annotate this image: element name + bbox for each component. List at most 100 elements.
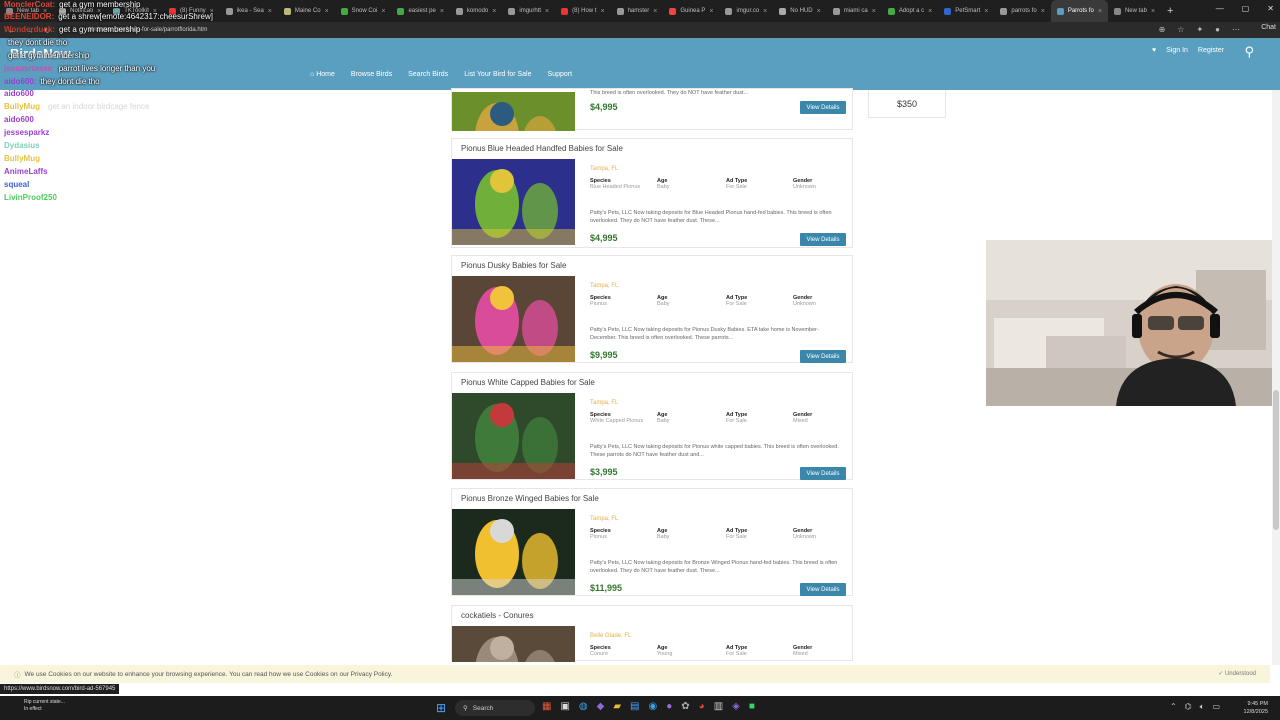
folder-icon[interactable]: ▰ <box>613 701 621 712</box>
tab-close-icon[interactable]: × <box>928 8 932 15</box>
listing-title[interactable]: Pionus Bronze Winged Babies for Sale <box>461 494 599 503</box>
browser-tab[interactable]: (8) How t × <box>555 0 610 22</box>
weather-widget[interactable]: Rip current state... In effect <box>24 699 65 713</box>
listing-card[interactable]: Pionus White Capped Babies for Sale Tampa… <box>451 372 853 480</box>
register-link[interactable]: Register <box>1198 47 1224 54</box>
nav-list-bird[interactable]: List Your Bird for Sale <box>464 71 531 78</box>
browser-tab[interactable]: imgurhtt × <box>502 0 555 22</box>
edge-icon[interactable]: ◉ <box>649 701 658 712</box>
tab-close-icon[interactable]: × <box>440 8 444 15</box>
browser-tab[interactable]: Parrots fo × <box>1050 0 1108 22</box>
browser-tab[interactable]: easiest pe × <box>391 0 449 22</box>
listing-photo[interactable] <box>452 626 575 662</box>
tab-close-icon[interactable]: × <box>763 8 767 15</box>
scrollbar-thumb[interactable] <box>1273 390 1279 530</box>
extension-icon[interactable]: ✦ <box>1196 25 1203 34</box>
browser-tab[interactable]: Guinea P × <box>663 0 719 22</box>
tab-close-icon[interactable]: × <box>600 8 604 15</box>
listing-meta-ad-type: Ad Type For Sale <box>726 412 786 424</box>
listing-title[interactable]: Pionus White Capped Babies for Sale <box>461 378 595 387</box>
tab-close-icon[interactable]: × <box>653 8 657 15</box>
listing-card[interactable]: Pionus Blue Headed Handfed Babies for Sa… <box>451 138 853 248</box>
listing-card[interactable]: This breed is often overlooked. They do … <box>451 88 853 131</box>
profile-icon[interactable]: ● <box>1215 25 1220 34</box>
battery-icon[interactable]: ▭ <box>1212 702 1220 712</box>
chrome-icon[interactable]: ◕ <box>699 701 705 712</box>
view-details-button[interactable]: View Details <box>800 101 846 114</box>
listing-card[interactable]: Pionus Dusky Babies for Sale Tampa, FL Spe… <box>451 255 853 363</box>
maximize-icon[interactable]: ▢ <box>1242 4 1250 13</box>
browser-tab[interactable]: hamster × <box>611 0 664 22</box>
chevron-up-icon[interactable]: ⌃ <box>1170 702 1177 712</box>
meta-value: For Sale <box>726 301 747 307</box>
app-icon[interactable]: ✿ <box>681 701 689 712</box>
listing-title[interactable]: Pionus Blue Headed Handfed Babies for Sa… <box>461 144 623 153</box>
tab-close-icon[interactable]: × <box>984 8 988 15</box>
app-icon[interactable]: ▦ <box>542 701 551 712</box>
chat-button[interactable]: Chat <box>1261 24 1276 31</box>
app-icon[interactable]: ● <box>666 701 672 712</box>
view-details-button[interactable]: View Details <box>800 350 846 363</box>
app-icon[interactable]: ◈ <box>732 701 740 712</box>
tab-close-icon[interactable]: × <box>709 8 713 15</box>
network-icon[interactable]: ⌬ <box>1185 702 1192 712</box>
listing-photo[interactable] <box>452 276 575 362</box>
view-details-button[interactable]: View Details <box>800 233 846 246</box>
tab-close-icon[interactable]: × <box>1098 8 1102 15</box>
menu-icon[interactable]: ⋯ <box>1232 25 1240 34</box>
app-icon[interactable]: ▤ <box>630 701 639 712</box>
browser-tab[interactable]: imgur.co × <box>719 0 773 22</box>
listing-photo[interactable] <box>452 509 575 595</box>
browser-tab[interactable]: parrots fo × <box>994 0 1050 22</box>
nav-support[interactable]: Support <box>548 71 573 78</box>
listing-card[interactable]: Pionus Bronze Winged Babies for Sale Tamp… <box>451 488 853 596</box>
listing-title[interactable]: Pionus Dusky Babies for Sale <box>461 261 566 270</box>
tab-close-icon[interactable]: × <box>381 8 385 15</box>
browser-tab[interactable]: Adopt a c × <box>882 0 938 22</box>
browser-tab[interactable]: New tab × <box>1108 0 1161 22</box>
listing-photo[interactable] <box>452 92 575 131</box>
browser-tab[interactable]: miami ca × <box>827 0 882 22</box>
listing-card[interactable]: cockatiels - Conures Belle Glade, FL Speci… <box>451 605 853 662</box>
browser-tab[interactable]: PetSmart × <box>938 0 994 22</box>
view-details-button[interactable]: View Details <box>800 467 846 480</box>
side-listing-card[interactable]: $350 <box>868 90 946 118</box>
star-icon[interactable]: ☆ <box>1177 25 1184 34</box>
cookie-dismiss-button[interactable]: ✓ Understood <box>1218 670 1256 677</box>
browser-tab[interactable]: No HUD × <box>773 0 826 22</box>
app-icon[interactable]: ◆ <box>597 701 605 712</box>
nav-browse-birds[interactable]: Browse Birds <box>351 71 392 78</box>
listing-photo[interactable] <box>452 393 575 479</box>
nav-search-birds[interactable]: Search Birds <box>408 71 448 78</box>
app-icon[interactable]: ■ <box>749 701 755 712</box>
chat-text: they dont die tho <box>40 77 100 86</box>
app-icon[interactable]: ▥ <box>714 701 723 712</box>
new-tab-icon[interactable]: + <box>1167 5 1173 17</box>
tab-close-icon[interactable]: × <box>1151 8 1155 15</box>
listing-photo[interactable] <box>452 159 575 245</box>
tab-close-icon[interactable]: × <box>817 8 821 15</box>
browser-tab[interactable]: Snow Coi × <box>335 0 392 22</box>
view-details-button[interactable]: View Details <box>800 583 846 596</box>
volume-icon[interactable]: 🔈︎ <box>1200 702 1205 712</box>
heart-icon[interactable]: ♥ <box>1152 47 1156 54</box>
windows-start-icon[interactable]: ⊞ <box>436 701 446 715</box>
sign-in-link[interactable]: Sign In <box>1166 47 1188 54</box>
tab-close-icon[interactable]: × <box>872 8 876 15</box>
search-icon[interactable]: ⚲ <box>1244 44 1254 60</box>
taskbar-search[interactable]: ⚲ Search <box>455 700 535 716</box>
tab-close-icon[interactable]: × <box>1041 8 1045 15</box>
page-scrollbar[interactable] <box>1272 90 1280 665</box>
close-window-icon[interactable]: ✕ <box>1267 4 1274 13</box>
app-icon[interactable]: ◍ <box>579 701 588 712</box>
window-controls: — ▢ ✕ <box>1216 4 1274 13</box>
zoom-icon[interactable]: ⊕ <box>1159 25 1166 34</box>
clock[interactable]: 9:45 PM 12/8/2025 <box>1244 700 1268 716</box>
listing-title[interactable]: cockatiels - Conures <box>461 611 533 620</box>
tab-close-icon[interactable]: × <box>492 8 496 15</box>
minimize-icon[interactable]: — <box>1216 4 1224 13</box>
browser-tab[interactable]: komodo × <box>450 0 502 22</box>
cookie-text: We use Cookies on our website to enhance… <box>24 670 393 678</box>
app-icon[interactable]: ▣ <box>560 701 569 712</box>
tab-close-icon[interactable]: × <box>545 8 549 15</box>
